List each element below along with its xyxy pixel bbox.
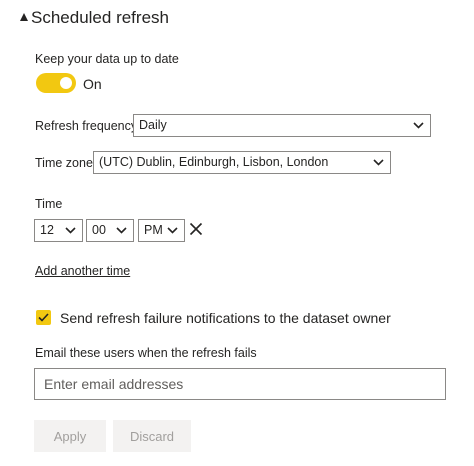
chevron-down-icon: [167, 227, 178, 234]
chevron-down-icon: [116, 227, 127, 234]
toggle-state-label: On: [83, 76, 102, 92]
discard-button[interactable]: Discard: [113, 420, 191, 452]
refresh-frequency-value: Daily: [139, 118, 167, 132]
hour-select[interactable]: 12: [34, 219, 83, 242]
checkmark-icon: [38, 313, 49, 322]
chevron-down-icon: [65, 227, 76, 234]
refresh-frequency-label: Refresh frequency: [35, 119, 138, 133]
minute-select[interactable]: 00: [86, 219, 134, 242]
period-select[interactable]: PM: [138, 219, 185, 242]
chevron-down-icon: [373, 159, 384, 166]
notify-owner-label: Send refresh failure notifications to th…: [60, 310, 391, 326]
time-zone-value: (UTC) Dublin, Edinburgh, Lisbon, London: [99, 155, 329, 169]
chevron-down-icon: [413, 122, 424, 129]
hour-value: 12: [40, 223, 54, 237]
toggle-knob: [60, 77, 72, 89]
caret-expanded-icon[interactable]: [20, 13, 28, 21]
period-value: PM: [144, 223, 163, 237]
time-zone-select[interactable]: (UTC) Dublin, Edinburgh, Lisbon, London: [93, 151, 391, 174]
apply-button[interactable]: Apply: [34, 420, 106, 452]
email-users-label: Email these users when the refresh fails: [35, 346, 257, 360]
add-another-time-link[interactable]: Add another time: [35, 263, 130, 279]
close-icon[interactable]: [189, 222, 203, 236]
section-title[interactable]: Scheduled refresh: [31, 7, 169, 29]
minute-value: 00: [92, 223, 106, 237]
time-label: Time: [35, 197, 63, 211]
keep-data-label: Keep your data up to date: [35, 52, 179, 66]
notify-owner-checkbox[interactable]: [36, 310, 51, 325]
refresh-toggle[interactable]: [36, 73, 76, 93]
refresh-frequency-select[interactable]: Daily: [133, 114, 431, 137]
email-input[interactable]: [34, 368, 446, 400]
time-zone-label: Time zone: [35, 156, 93, 170]
